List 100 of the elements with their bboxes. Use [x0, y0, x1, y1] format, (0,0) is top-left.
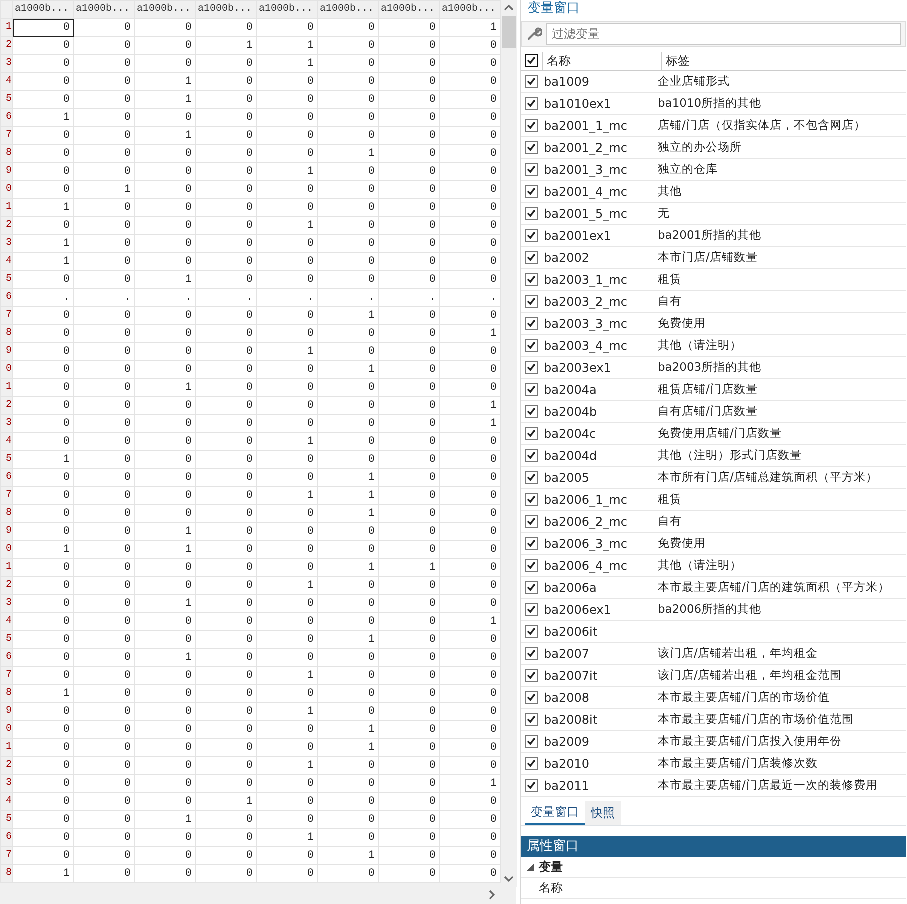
row-number[interactable]: 7: [0, 306, 12, 324]
row-number[interactable]: 4: [0, 612, 12, 630]
column-header[interactable]: 标签: [662, 52, 690, 70]
row-number[interactable]: 1: [0, 558, 12, 576]
group-label[interactable]: 变量: [539, 858, 563, 876]
column-header[interactable]: a1000b...: [196, 0, 256, 18]
checkbox[interactable]: [525, 317, 538, 330]
row-number[interactable]: 5: [0, 270, 12, 288]
checkbox[interactable]: [525, 75, 538, 88]
scroll-thumb[interactable]: [502, 16, 516, 48]
checkbox[interactable]: [525, 779, 538, 792]
row-number[interactable]: 7: [0, 126, 12, 144]
row-number[interactable]: 3: [0, 54, 12, 72]
row-number[interactable]: 9: [0, 342, 12, 360]
variable-name[interactable]: ba2011: [538, 776, 658, 794]
checkbox[interactable]: [525, 449, 538, 462]
checkbox[interactable]: [525, 581, 538, 594]
variable-name[interactable]: ba2010: [538, 754, 658, 772]
row-number[interactable]: 6: [0, 828, 12, 846]
row-number[interactable]: 9: [0, 162, 12, 180]
checkbox[interactable]: [525, 493, 538, 506]
column-header[interactable]: a1000b...: [318, 0, 378, 18]
variable-name[interactable]: ba2006a: [538, 578, 658, 596]
row-number[interactable]: 9: [0, 702, 12, 720]
checkbox[interactable]: [525, 119, 538, 132]
variable-name[interactable]: ba2003_4_mc: [538, 336, 658, 354]
checkbox[interactable]: [525, 207, 538, 220]
row-number[interactable]: 0: [0, 720, 12, 738]
row-number[interactable]: 4: [0, 432, 12, 450]
variable-name[interactable]: ba2006_2_mc: [538, 512, 658, 530]
row-number[interactable]: 3: [0, 594, 12, 612]
row-number[interactable]: 4: [0, 792, 12, 810]
variable-name[interactable]: ba2002: [538, 248, 658, 266]
variable-name[interactable]: ba2007it: [538, 666, 658, 684]
row-number[interactable]: 2: [0, 36, 12, 54]
checkbox[interactable]: [525, 383, 538, 396]
row-number[interactable]: 1: [0, 18, 12, 36]
row-number[interactable]: 8: [0, 144, 12, 162]
row-number[interactable]: 8: [0, 864, 12, 882]
column-header[interactable]: a1000b...: [134, 0, 196, 18]
variable-name[interactable]: ba2003ex1: [538, 358, 658, 376]
row-number[interactable]: 7: [0, 666, 12, 684]
variable-name[interactable]: ba2004c: [538, 424, 658, 442]
checkbox[interactable]: [525, 295, 538, 308]
row-number[interactable]: 6: [0, 108, 12, 126]
row-number[interactable]: 2: [0, 396, 12, 414]
variable-name[interactable]: ba2004b: [538, 402, 658, 420]
checkbox[interactable]: [525, 427, 538, 440]
row-number[interactable]: 8: [0, 684, 12, 702]
variable-name[interactable]: ba2001_5_mc: [538, 204, 658, 222]
checkbox[interactable]: [525, 691, 538, 704]
wrench-icon[interactable]: [526, 26, 542, 42]
row-number[interactable]: 5: [0, 810, 12, 828]
filter-field[interactable]: 过滤变量: [546, 23, 901, 45]
variable-name[interactable]: ba2008it: [538, 710, 658, 728]
variable-name[interactable]: ba2006_4_mc: [538, 556, 658, 574]
variable-name[interactable]: ba2006_1_mc: [538, 490, 658, 508]
variable-name[interactable]: ba2001_2_mc: [538, 138, 658, 156]
variable-name[interactable]: ba2003_2_mc: [538, 292, 658, 310]
row-number[interactable]: 0: [0, 360, 12, 378]
variable-name[interactable]: ba2009: [538, 732, 658, 750]
variable-name[interactable]: ba2001_3_mc: [538, 160, 658, 178]
row-number[interactable]: 2: [0, 576, 12, 594]
variable-name[interactable]: ba2006it: [538, 622, 658, 640]
checkbox[interactable]: [525, 405, 538, 418]
checkbox[interactable]: [525, 163, 538, 176]
column-header[interactable]: a1000b...: [256, 0, 318, 18]
row-number[interactable]: 4: [0, 252, 12, 270]
variable-name[interactable]: ba2007: [538, 644, 658, 662]
row-number[interactable]: 5: [0, 630, 12, 648]
variable-name[interactable]: ba2005: [538, 468, 658, 486]
tab[interactable]: 快照: [585, 801, 621, 825]
vertical-scrollbar[interactable]: [501, 0, 517, 887]
row-number[interactable]: 9: [0, 522, 12, 540]
variable-name[interactable]: ba2008: [538, 688, 658, 706]
row-number[interactable]: 1: [0, 738, 12, 756]
checkbox[interactable]: [525, 713, 538, 726]
checkbox[interactable]: [525, 361, 538, 374]
row-number[interactable]: 2: [0, 756, 12, 774]
checkbox[interactable]: [525, 97, 538, 110]
checkbox[interactable]: [525, 559, 538, 572]
column-header[interactable]: 名称: [543, 52, 661, 70]
row-number[interactable]: 5: [0, 90, 12, 108]
row-number[interactable]: 4: [0, 72, 12, 90]
checkbox[interactable]: [525, 54, 538, 67]
checkbox[interactable]: [525, 735, 538, 748]
checkbox[interactable]: [525, 647, 538, 660]
variable-name[interactable]: ba1010ex1: [538, 94, 658, 112]
row-number[interactable]: 3: [0, 414, 12, 432]
row-number[interactable]: 8: [0, 504, 12, 522]
row-number[interactable]: 1: [0, 378, 12, 396]
checkbox[interactable]: [525, 273, 538, 286]
variable-name[interactable]: ba2006_3_mc: [538, 534, 658, 552]
column-header[interactable]: a1000b...: [378, 0, 440, 18]
variable-name[interactable]: ba2001ex1: [538, 226, 658, 244]
checkbox[interactable]: [525, 757, 538, 770]
variable-name[interactable]: ba2003_3_mc: [538, 314, 658, 332]
column-header[interactable]: a1000b...: [440, 0, 500, 18]
row-number[interactable]: 7: [0, 846, 12, 864]
checkbox[interactable]: [525, 515, 538, 528]
